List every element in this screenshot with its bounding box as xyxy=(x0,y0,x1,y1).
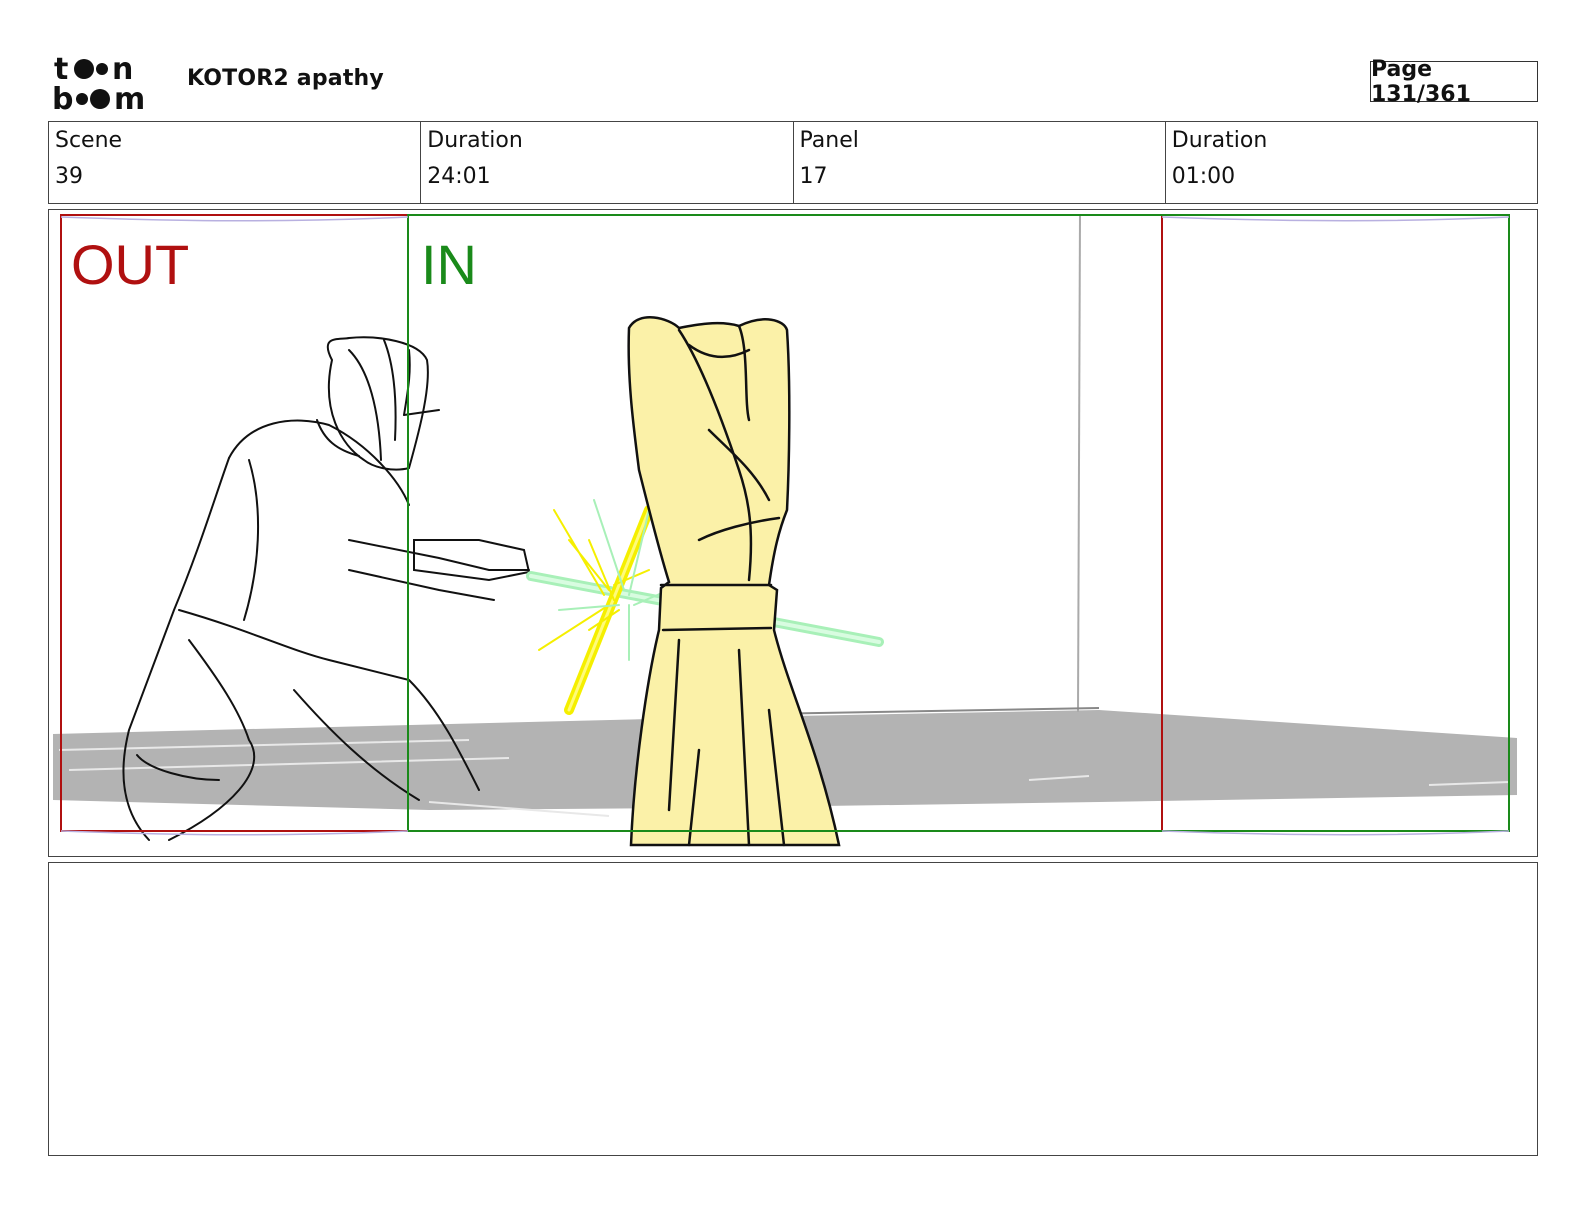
svg-text:b: b xyxy=(52,82,73,112)
panel-duration-cell: Duration 01:00 xyxy=(1166,122,1537,203)
scene-info-table: Scene 39 Duration 24:01 Panel 17 Duratio… xyxy=(48,121,1538,204)
scene-duration-cell: Duration 24:01 xyxy=(421,122,794,203)
scene-cell: Scene 39 xyxy=(49,122,422,203)
storyboard-panel-image: OUT IN xyxy=(48,209,1538,857)
panel-label: Panel xyxy=(799,128,859,153)
scene-duration-value: 24:01 xyxy=(427,164,491,189)
out-marker-label: OUT xyxy=(71,233,190,296)
right-character-robed xyxy=(627,316,841,847)
yellow-lightsaber xyxy=(564,505,654,715)
panel-notes-box xyxy=(48,862,1538,1156)
scene-label: Scene xyxy=(55,128,123,153)
panel-duration-label: Duration xyxy=(1171,128,1268,153)
panel-value: 17 xyxy=(799,164,828,189)
toon-boom-logo-mark: t n b m xyxy=(52,52,145,112)
project-title: KOTOR2 apathy xyxy=(187,66,384,91)
guide-curve-top xyxy=(60,216,1510,222)
panel-duration-value: 01:00 xyxy=(1171,164,1236,189)
panel-cell: Panel 17 xyxy=(794,122,1166,203)
svg-text:m: m xyxy=(114,82,145,112)
toon-boom-logo: t n b m xyxy=(52,52,164,112)
scene-value: 39 xyxy=(55,164,83,189)
in-marker-label: IN xyxy=(421,233,477,296)
page-number: Page 131/361 xyxy=(1370,57,1538,107)
panel-drawing xyxy=(53,213,1517,847)
scene-duration-label: Duration xyxy=(427,128,523,153)
wall-line xyxy=(1077,213,1081,713)
